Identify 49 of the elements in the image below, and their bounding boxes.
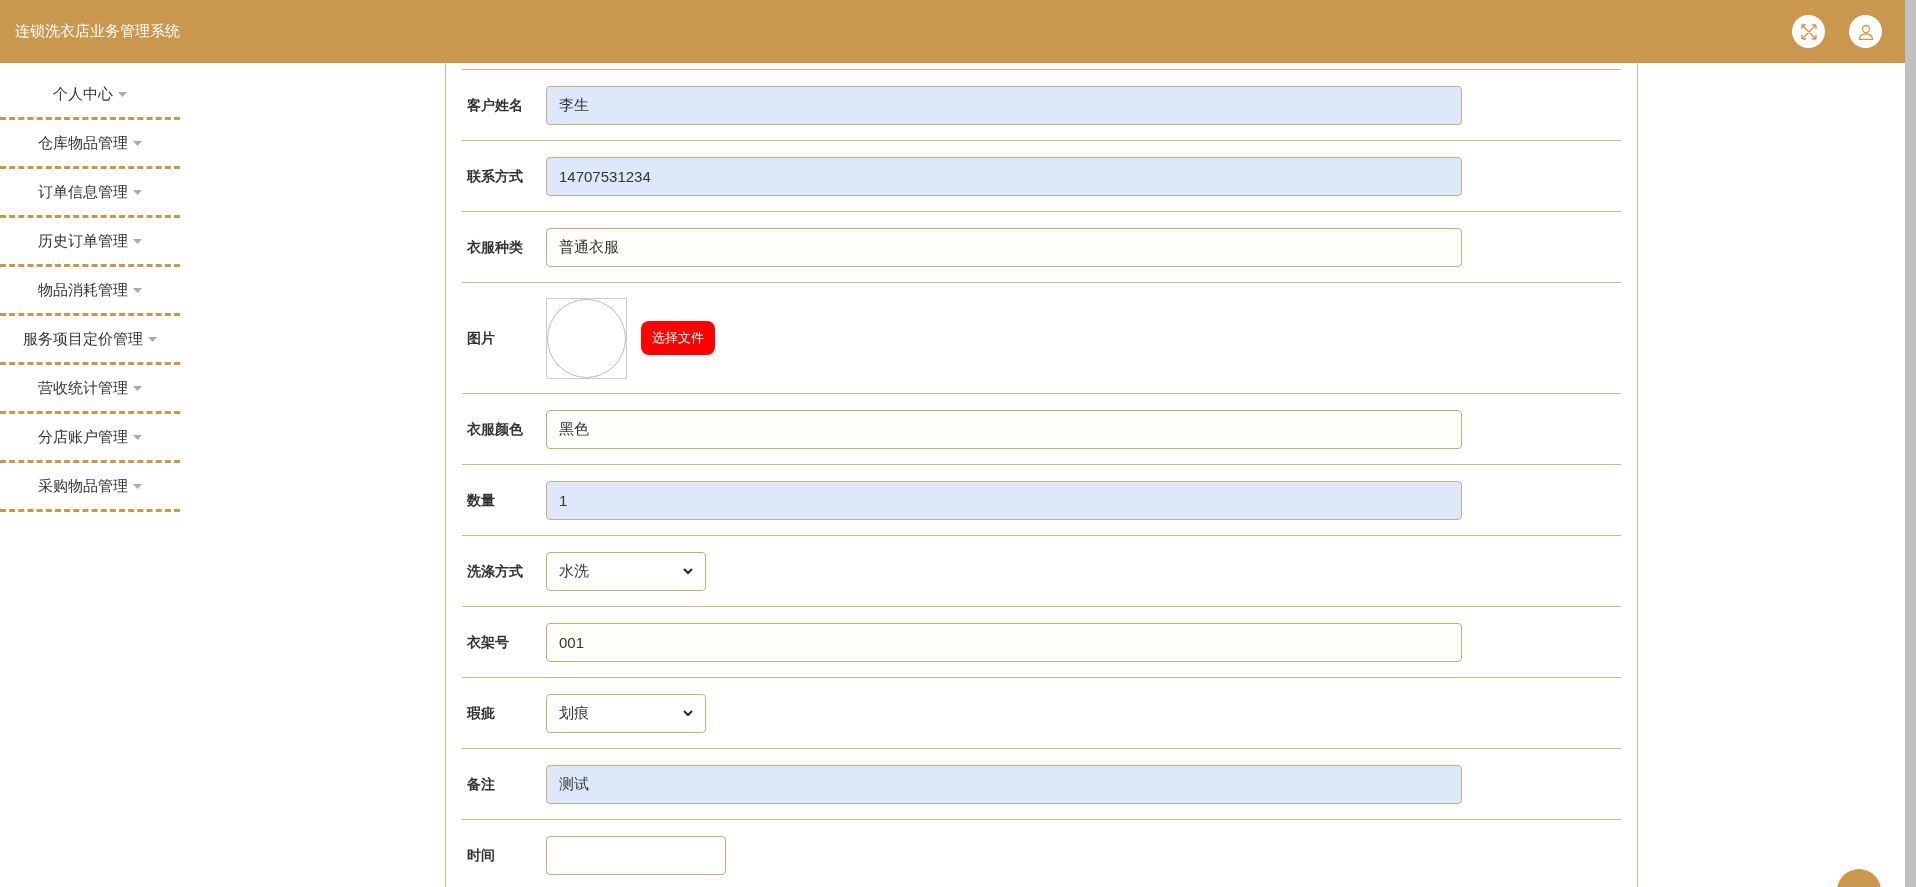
sidebar-item[interactable]: 分店账户管理 [0,414,180,463]
sidebar-item[interactable]: 服务项目定价管理 [0,316,180,365]
text-input[interactable]: 普通衣服 [546,227,1462,267]
sidebar-item[interactable]: 订单信息管理 [0,169,180,218]
text-input[interactable]: 测试 [546,764,1462,804]
text-input[interactable]: 李生 [546,85,1462,125]
sidebar-item[interactable]: 营收统计管理 [0,365,180,414]
caret-down-icon [133,385,142,391]
field-label: 洗涤方式 [466,561,524,581]
caret-down-icon [133,434,142,440]
sidebar-item[interactable]: 物品消耗管理 [0,267,180,316]
field-label: 衣架号 [466,632,510,652]
select-value: 划痕 [559,702,589,723]
sidebar-item[interactable]: 历史订单管理 [0,218,180,267]
select-dropdown[interactable]: 划痕 [546,693,706,733]
chevron-down-icon [683,709,693,717]
choose-file-button[interactable]: 选择文件 [641,321,715,355]
expand-icon [1800,23,1817,40]
field-label: 客户姓名 [466,95,524,115]
field-label: 联系方式 [465,166,524,186]
user-button[interactable] [1849,15,1882,48]
caret-down-icon [118,91,127,97]
select-value: 水洗 [559,560,589,581]
fullscreen-button[interactable] [1792,15,1825,48]
text-input[interactable]: 黑色 [546,409,1462,449]
text-input[interactable]: 1 [546,480,1462,520]
text-input[interactable]: 001 [546,622,1462,662]
chevron-down-icon [683,567,693,575]
field-label: 数量 [466,490,496,510]
select-dropdown[interactable]: 水洗 [546,551,706,591]
app-title: 连锁洗衣店业务管理系统 [15,21,180,42]
field-label: 图片 [466,328,496,348]
caret-down-icon [148,336,157,342]
field-label: 衣服种类 [466,237,524,257]
caret-down-icon [133,238,142,244]
field-label: 瑕疵 [465,703,496,723]
sidebar-item[interactable]: 个人中心 [0,71,180,120]
caret-down-icon [133,483,142,489]
sidebar-item[interactable]: 仓库物品管理 [0,120,180,169]
sidebar-item[interactable]: 采购物品管理 [0,463,180,512]
caret-down-icon [133,287,142,293]
caret-down-icon [133,140,142,146]
field-label: 时间 [466,845,496,865]
text-input[interactable]: 14707531234 [546,156,1462,196]
date-input[interactable] [546,835,726,875]
caret-down-icon [133,189,142,195]
field-label: 衣服颜色 [466,419,524,439]
user-icon [1857,23,1874,40]
field-label: 备注 [466,774,496,794]
